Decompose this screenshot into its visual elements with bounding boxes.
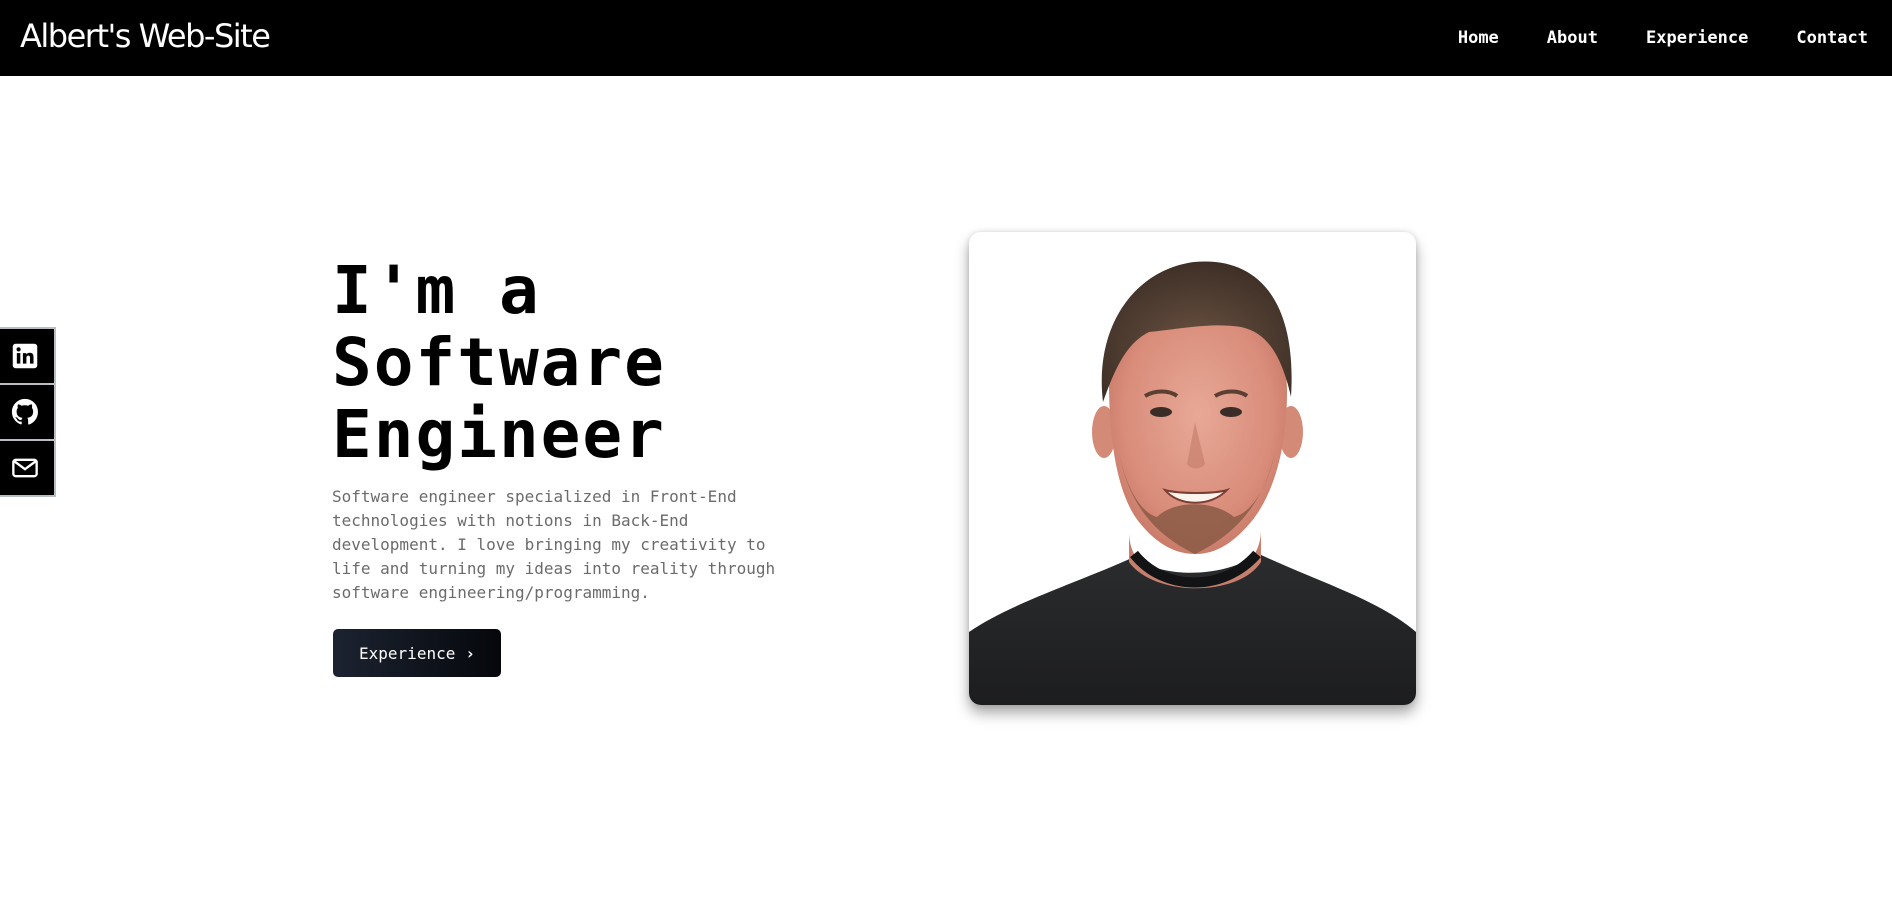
social-sidebar — [0, 327, 56, 497]
site-logo[interactable]: Albert's Web-Site — [20, 14, 271, 58]
description-line: Software engineer specialized in Front-E… — [332, 487, 737, 506]
nav-link-about[interactable]: About — [1547, 0, 1598, 76]
portrait-illustration — [969, 232, 1416, 705]
mail-icon — [12, 458, 38, 478]
github-link[interactable] — [0, 383, 56, 441]
description-line: technologies with notions in Back-End — [332, 511, 689, 530]
description-line: development. I love bringing my creativi… — [332, 535, 766, 554]
nav-link-home[interactable]: Home — [1458, 0, 1499, 76]
linkedin-icon — [12, 343, 38, 369]
nav-link-experience[interactable]: Experience — [1646, 0, 1748, 76]
hero-description: Software engineer specialized in Front-E… — [332, 485, 802, 605]
email-link[interactable] — [0, 439, 56, 497]
nav-link-contact[interactable]: Contact — [1796, 0, 1868, 76]
github-icon — [11, 398, 38, 425]
main-nav: Home About Experience Contact — [1458, 0, 1892, 76]
hero-title-line: Software — [332, 324, 666, 401]
experience-button[interactable]: Experience › — [333, 629, 501, 677]
top-navbar: Albert's Web-Site Home About Experience … — [0, 0, 1892, 76]
hero-title: I'm a Software Engineer — [332, 255, 852, 471]
description-line: software engineering/programming. — [332, 583, 650, 602]
linkedin-link[interactable] — [0, 327, 56, 385]
experience-button-label: Experience — [359, 643, 456, 663]
hero-title-line: Engineer — [332, 396, 666, 473]
chevron-right-icon: › — [465, 643, 475, 663]
description-line: life and turning my ideas into reality t… — [332, 559, 776, 578]
hero-title-line: I'm a — [332, 252, 541, 329]
profile-photo — [969, 232, 1416, 705]
